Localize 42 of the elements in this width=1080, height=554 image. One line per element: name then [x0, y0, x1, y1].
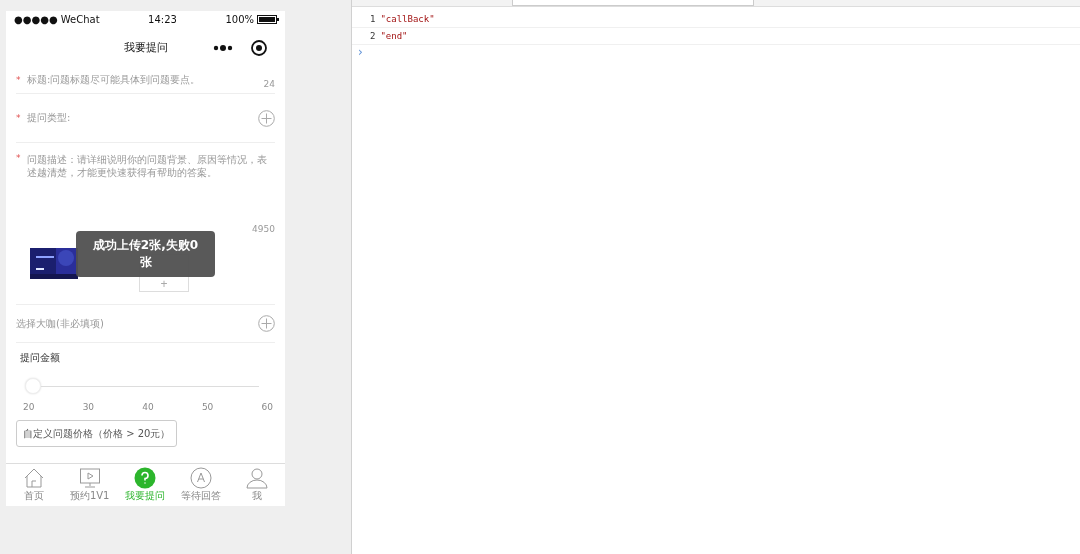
person-icon [246, 467, 269, 489]
battery-percent: 100% [225, 14, 254, 25]
tick-label: 30 [82, 402, 95, 412]
custom-price-button[interactable]: 自定义问题价格（价格 > 20元） [16, 420, 178, 447]
char-counter: 24 [263, 78, 275, 89]
battery-icon [257, 15, 279, 24]
tick-label: 60 [261, 402, 273, 412]
tab-item[interactable]: 我要提问 [118, 467, 173, 503]
expert-label: 选择大咖(非必填项) [16, 316, 105, 331]
slider-thumb[interactable] [25, 378, 41, 394]
more-icon[interactable] [213, 45, 233, 51]
answer-bubble-icon [190, 467, 213, 489]
tab-item[interactable]: 我 [230, 467, 285, 503]
console-output: "end" [380, 31, 408, 41]
tick-label: 20 [23, 402, 35, 412]
carrier-text: ●●●●● WeChat [14, 14, 100, 25]
description-input[interactable]: 问题描述：请详细说明你的问题背景、原因等情况，表述越清楚，才能更快速获得有帮助的答案。 [27, 153, 272, 193]
tab-item[interactable]: 预约1V1 [62, 467, 117, 503]
char-counter: 4950 [252, 224, 275, 234]
upload-toast: 成功上传2张,失败0张 [76, 231, 215, 277]
required-mark: * [16, 74, 22, 85]
clock-text: 14:23 [148, 14, 177, 25]
console-output: "callBack" [380, 14, 435, 24]
add-circle-icon[interactable] [258, 109, 275, 127]
line-number: 2 [370, 31, 376, 41]
question-type-label: 提问类型: [27, 111, 72, 125]
tick-label: 50 [201, 402, 214, 412]
required-mark: * [16, 113, 22, 123]
monitor-icon [78, 467, 101, 489]
required-mark: * [16, 153, 22, 165]
add-circle-icon[interactable] [258, 315, 275, 332]
title-input[interactable]: 标题:问题标题尽可能具体到问题要点。 [27, 74, 264, 85]
home-icon [22, 467, 45, 489]
console-prompt[interactable]: › [352, 45, 1080, 59]
close-target-icon[interactable] [251, 40, 267, 56]
page-title: 我要提问 [123, 39, 168, 55]
question-icon [134, 467, 157, 489]
tick-label: 40 [142, 402, 154, 412]
line-number: 1 [370, 14, 376, 24]
tab-item[interactable]: 等待回答 [174, 467, 229, 503]
amount-label: 提问金额 [19, 351, 61, 365]
tab-item[interactable]: 首页 [6, 467, 61, 503]
